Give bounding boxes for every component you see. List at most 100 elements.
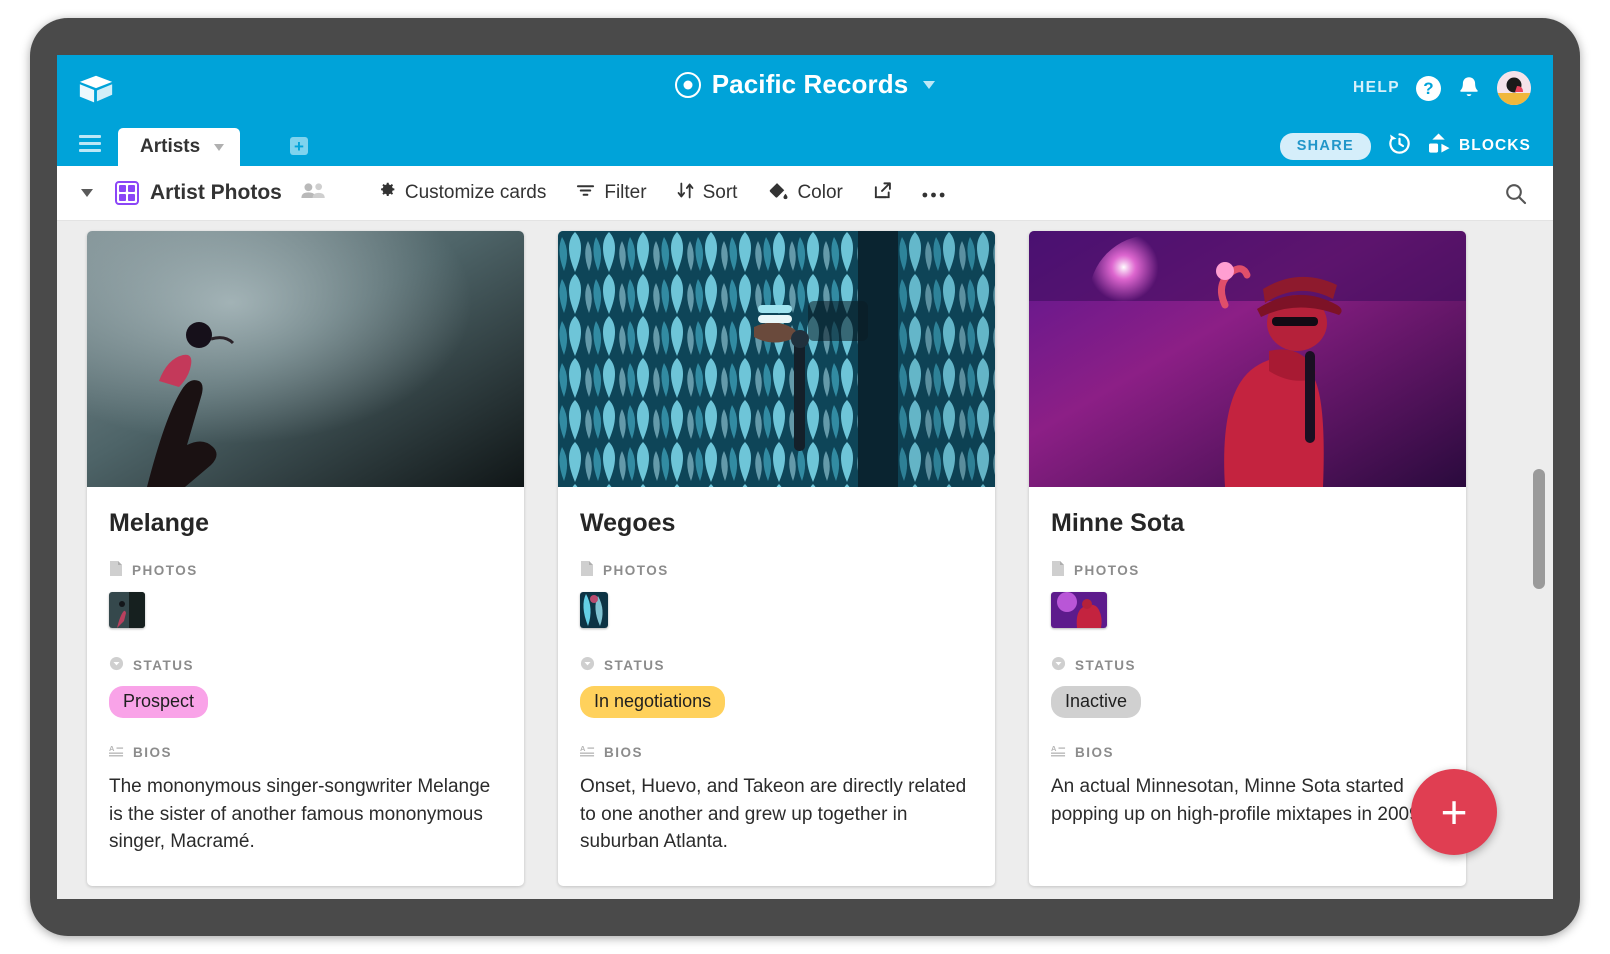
card-body: Minne Sota PHOTOS STATUS Inactive A BIOS… bbox=[1029, 487, 1466, 858]
field-label-photos: PHOTOS bbox=[109, 560, 502, 580]
card-hero-image bbox=[87, 231, 524, 487]
customize-cards-button[interactable]: Customize cards bbox=[376, 180, 547, 206]
long-text-icon: A bbox=[580, 744, 595, 761]
status-badge[interactable]: In negotiations bbox=[580, 686, 726, 718]
vertical-scrollbar[interactable] bbox=[1519, 221, 1553, 899]
app-title-group[interactable]: Pacific Records bbox=[57, 69, 1553, 100]
photos-label: PHOTOS bbox=[1074, 562, 1140, 578]
status-label: STATUS bbox=[604, 657, 665, 673]
card-hero-image bbox=[1029, 231, 1466, 487]
photo-thumbnail[interactable] bbox=[109, 592, 145, 628]
bio-text: Onset, Huevo, and Takeon are directly re… bbox=[580, 776, 967, 853]
filter-label: Filter bbox=[604, 182, 647, 203]
sort-button[interactable]: Sort bbox=[677, 182, 737, 205]
field-label-bios: A BIOS bbox=[580, 744, 973, 761]
ellipsis-icon bbox=[922, 182, 945, 204]
app-title: Pacific Records bbox=[711, 69, 909, 99]
field-label-bios: A BIOS bbox=[109, 744, 502, 761]
photos-label: PHOTOS bbox=[603, 562, 669, 578]
search-icon[interactable] bbox=[1505, 183, 1527, 210]
gallery-canvas: Melange PHOTOS STATUS Prospect A BIOS Th… bbox=[57, 221, 1553, 899]
record-circle-icon bbox=[674, 71, 701, 98]
scrollbar-thumb[interactable] bbox=[1533, 469, 1545, 589]
view-sidebar-toggle-icon[interactable] bbox=[81, 189, 93, 197]
photo-thumbnail[interactable] bbox=[1051, 592, 1107, 628]
bios-label: BIOS bbox=[1075, 745, 1115, 760]
card-body: Melange PHOTOS STATUS Prospect A BIOS Th… bbox=[87, 487, 524, 886]
add-table-button[interactable]: + bbox=[290, 137, 308, 155]
external-link-icon bbox=[873, 181, 892, 206]
single-select-icon bbox=[109, 656, 124, 674]
chevron-down-icon[interactable] bbox=[214, 143, 225, 151]
paint-bucket-icon bbox=[767, 181, 788, 206]
tab-label: Artists bbox=[140, 136, 201, 157]
blocks-shapes-icon bbox=[1428, 133, 1451, 159]
card-title: Wegoes bbox=[580, 509, 676, 537]
attachment-file-icon bbox=[1051, 560, 1065, 580]
svg-text:A: A bbox=[109, 744, 116, 753]
history-clock-icon[interactable] bbox=[1387, 131, 1412, 161]
filter-button[interactable]: Filter bbox=[576, 182, 647, 204]
bios-label: BIOS bbox=[133, 745, 173, 760]
gallery-card[interactable]: Minne Sota PHOTOS STATUS Inactive A BIOS… bbox=[1029, 231, 1466, 886]
field-label-status: STATUS bbox=[1051, 656, 1444, 674]
svg-text:A: A bbox=[580, 744, 587, 753]
share-view-button[interactable] bbox=[873, 181, 892, 206]
photos-label: PHOTOS bbox=[132, 562, 198, 578]
gallery-card-list: Melange PHOTOS STATUS Prospect A BIOS Th… bbox=[57, 221, 1519, 886]
add-record-button[interactable]: + bbox=[1411, 769, 1497, 855]
status-badge[interactable]: Prospect bbox=[109, 686, 209, 718]
blocks-label: BLOCKS bbox=[1458, 137, 1531, 154]
field-label-status: STATUS bbox=[580, 656, 973, 674]
bio-text: The mononymous singer-songwriter Melange… bbox=[109, 776, 491, 853]
single-select-icon bbox=[1051, 656, 1066, 674]
collaborators-icon[interactable] bbox=[300, 181, 328, 205]
attachment-file-icon bbox=[580, 560, 594, 580]
svg-text:A: A bbox=[1051, 744, 1058, 753]
sort-arrows-icon bbox=[677, 182, 694, 205]
long-text-icon: A bbox=[1051, 744, 1066, 761]
card-body: Wegoes PHOTOS STATUS In negotiations A B… bbox=[558, 487, 995, 886]
status-badge[interactable]: Inactive bbox=[1051, 686, 1142, 718]
filter-funnel-icon bbox=[576, 182, 595, 204]
customize-cards-label: Customize cards bbox=[404, 182, 547, 203]
card-title: Minne Sota bbox=[1051, 509, 1185, 537]
share-button[interactable]: SHARE bbox=[1279, 132, 1371, 160]
field-label-photos: PHOTOS bbox=[580, 560, 973, 580]
bios-label: BIOS bbox=[604, 745, 644, 760]
single-select-icon bbox=[580, 656, 595, 674]
photo-thumbnail[interactable] bbox=[580, 592, 608, 628]
attachment-file-icon bbox=[109, 560, 123, 580]
color-label: Color bbox=[797, 182, 843, 203]
device-frame: Pacific Records HELP ? Artists + SHARE B… bbox=[30, 18, 1580, 936]
tab-bar: Artists + SHARE BLOCKS bbox=[57, 122, 1553, 166]
view-toolbar: Artist Photos Customize cards Filter Sor… bbox=[57, 166, 1553, 221]
hamburger-menu-icon[interactable] bbox=[79, 135, 101, 152]
more-options-button[interactable] bbox=[922, 182, 945, 204]
gear-icon bbox=[376, 180, 396, 206]
top-bar-actions: HELP ? bbox=[1353, 71, 1531, 105]
field-label-bios: A BIOS bbox=[1051, 744, 1444, 761]
gallery-card[interactable]: Wegoes PHOTOS STATUS In negotiations A B… bbox=[558, 231, 995, 886]
card-hero-image bbox=[558, 231, 995, 487]
field-label-status: STATUS bbox=[109, 656, 502, 674]
status-label: STATUS bbox=[133, 657, 194, 673]
long-text-icon: A bbox=[109, 744, 124, 761]
chevron-down-icon[interactable] bbox=[923, 80, 936, 89]
card-title: Melange bbox=[109, 509, 210, 537]
blocks-button[interactable]: BLOCKS bbox=[1428, 133, 1531, 159]
bio-text: An actual Minnesotan, Minne Sota started… bbox=[1051, 776, 1425, 825]
user-avatar[interactable] bbox=[1497, 71, 1531, 105]
top-bar: Pacific Records HELP ? bbox=[57, 55, 1553, 122]
tab-artists[interactable]: Artists bbox=[118, 128, 241, 166]
gallery-grid-icon bbox=[115, 181, 139, 205]
tab-bar-actions: SHARE BLOCKS bbox=[1279, 131, 1531, 161]
question-mark-icon[interactable]: ? bbox=[1416, 75, 1441, 101]
color-button[interactable]: Color bbox=[767, 181, 843, 206]
view-name[interactable]: Artist Photos bbox=[150, 181, 282, 205]
help-label[interactable]: HELP bbox=[1353, 79, 1400, 97]
app-screen: Pacific Records HELP ? Artists + SHARE B… bbox=[57, 55, 1553, 899]
gallery-card[interactable]: Melange PHOTOS STATUS Prospect A BIOS Th… bbox=[87, 231, 524, 886]
status-label: STATUS bbox=[1075, 657, 1136, 673]
bell-icon[interactable] bbox=[1457, 75, 1481, 101]
